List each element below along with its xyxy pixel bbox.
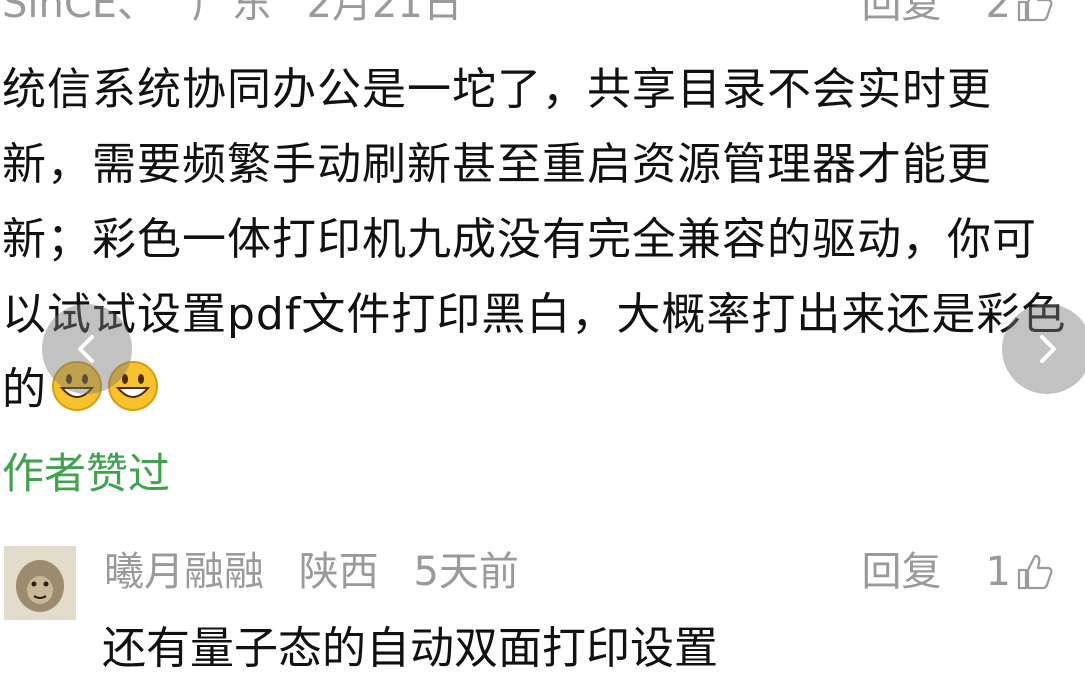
comment2-text: 还有量子态的自动双面打印设置 <box>102 623 718 674</box>
comment1-date: 2月21日 <box>306 0 463 27</box>
comment1-actions: 回复 2 <box>862 0 1055 24</box>
comment2-reply-button[interactable]: 回复 <box>862 552 942 592</box>
thumbs-up-icon[interactable] <box>1015 552 1055 592</box>
next-button[interactable] <box>1002 304 1085 394</box>
author-liked-label: 作者赞过 <box>2 449 171 498</box>
comment2-actions: 回复 1 <box>862 552 1055 592</box>
avatar-image-icon <box>4 546 76 620</box>
comment1-reply-button[interactable]: 回复 <box>862 0 942 24</box>
comment2-location: 陕西 <box>298 549 379 595</box>
comment1-body: 统信系统协同办公是一坨了，共享目录不会实时更新，需要频繁手动刷新甚至重启资源管理… <box>2 52 1072 427</box>
comment1-meta: SinCE、 广东 2月21日 <box>2 0 485 24</box>
comment2-date: 5天前 <box>413 549 519 595</box>
comment2-meta: 曦月融融 陕西 5天前 <box>104 552 541 592</box>
avatar[interactable] <box>4 546 76 620</box>
comment2-like-count: 1 <box>985 549 1011 595</box>
comment1-text: 统信系统协同办公是一坨了，共享目录不会实时更新，需要频繁手动刷新甚至重启资源管理… <box>2 64 1067 415</box>
chevron-left-icon <box>78 335 94 363</box>
comment2-username[interactable]: 曦月融融 <box>104 549 264 595</box>
thumbs-up-icon[interactable] <box>1015 0 1055 24</box>
comment1-username[interactable]: SinCE、 <box>2 0 157 27</box>
chevron-right-icon <box>1040 335 1056 363</box>
prev-button[interactable] <box>42 304 132 394</box>
comment1-like-count: 2 <box>985 0 1011 27</box>
comment1-location: 广东 <box>191 0 272 27</box>
